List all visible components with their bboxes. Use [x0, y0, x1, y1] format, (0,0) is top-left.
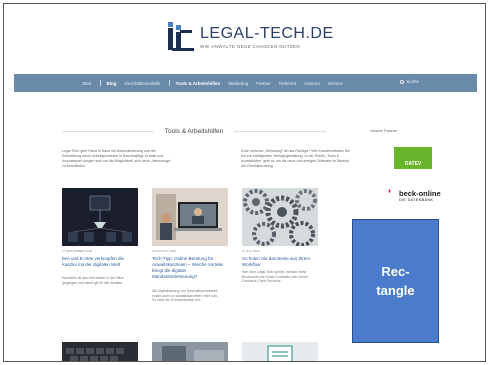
overlay-label-line2: tangle: [376, 283, 415, 298]
nav-item-autoren[interactable]: Autoren: [304, 81, 320, 86]
card-excerpt: Wer über Legal Tech spricht, benutzt mei…: [242, 270, 308, 284]
datev-logo[interactable]: DATEV: [394, 147, 432, 169]
card-date: 25 AUGUST 2020: [152, 249, 176, 253]
logo-tagline: WIE ANWÄLTE NEUE CHANCEN NUTZEN: [200, 43, 301, 49]
beck-online-logo[interactable]: ❜ beck-online DIE DATENBANK: [388, 189, 441, 203]
card-title-link[interactable]: So holen Sie das Beste aus Ihrem Workflo…: [242, 256, 318, 268]
beck-name: beck-online: [399, 189, 441, 198]
search-button[interactable]: Suche: [400, 79, 419, 84]
logo-mark-icon: [164, 22, 194, 52]
search-label: Suche: [406, 79, 419, 84]
card-image-document[interactable]: [242, 342, 318, 361]
nav-item-marketing[interactable]: Marketing: [228, 81, 248, 86]
card-image-keyboard[interactable]: [62, 342, 138, 361]
beck-subtitle: DIE DATENBANK: [399, 198, 434, 202]
card-title-link[interactable]: beA und E-Akte verknüpfen die Kanzlei mi…: [62, 256, 138, 268]
card-date: 17 SEPTEMBER 2020: [62, 249, 93, 253]
beck-swirl-icon: ❜: [388, 189, 392, 200]
card-date: 11 JULI 2020: [242, 249, 260, 253]
card-title-link[interactable]: Tech-Tipp: Online-Beratung für Anwaltska…: [152, 256, 228, 280]
site-logo[interactable]: LEGAL-TECH.DE WIE ANWÄLTE NEUE CHANCEN N…: [164, 20, 334, 54]
nav-item-geschaeftsmodelle[interactable]: Geschäftsmodelle: [125, 81, 161, 86]
card-image-workflow[interactable]: [242, 188, 318, 246]
sidebar-partner-heading: Unsere Partner: [370, 128, 398, 133]
overlay-rectangle: Rec- tangle: [352, 219, 439, 343]
nav-item-partner[interactable]: Partner: [256, 81, 271, 86]
divider: [234, 131, 326, 132]
nav-item-service[interactable]: Service: [328, 81, 343, 86]
card-image-office[interactable]: [152, 342, 228, 361]
nav-item-blog[interactable]: Blog: [107, 81, 117, 86]
main-navigation: Start Blog Geschäftsmodelle Tools & Arbe…: [14, 74, 477, 92]
intro-text-left: Legal Tech geht Hand in Hand mit Automat…: [62, 149, 172, 168]
intro-text-right: Doch welches „Werkzeug“ ist das Richtige…: [241, 149, 350, 168]
nav-item-referent[interactable]: Referent: [279, 81, 296, 86]
card-image-bea[interactable]: [62, 188, 138, 246]
card-image-online-beratung[interactable]: [152, 188, 228, 246]
nav-item-start[interactable]: Start: [82, 81, 92, 86]
datev-label: DATEV: [404, 161, 422, 167]
logo-title: LEGAL-TECH.DE: [200, 24, 334, 42]
card-excerpt: Kanzleien ist das beA wieder in den Blic…: [62, 276, 125, 285]
card-excerpt: Die Digitalisierung von Geschäftsprozess…: [152, 289, 218, 303]
browser-page-frame: LEGAL-TECH.DE WIE ANWÄLTE NEUE CHANCEN N…: [3, 3, 486, 362]
nav-item-tools[interactable]: Tools & Arbeitshilfen: [176, 81, 221, 86]
search-icon: [400, 79, 405, 84]
overlay-label-line1: Rec-: [381, 264, 410, 279]
